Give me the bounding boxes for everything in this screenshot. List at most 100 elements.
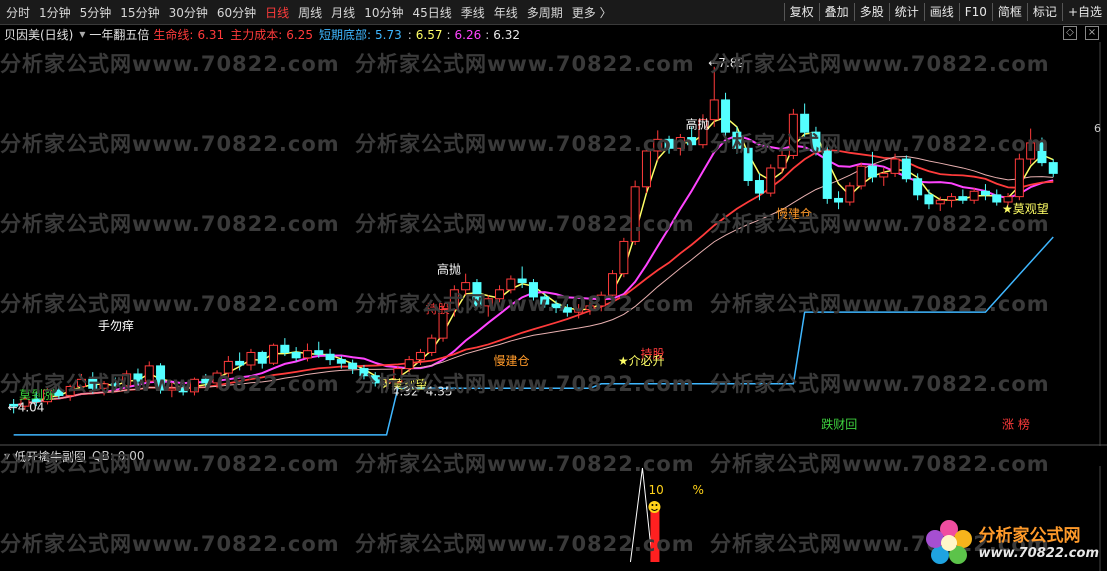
tool-button-0[interactable]: 复权	[783, 3, 819, 21]
signal-unit: %	[692, 483, 703, 497]
chart-annotation: 慢建仓	[494, 354, 530, 368]
legend-sep: :	[446, 27, 451, 42]
legend-value-0: 6.31	[197, 27, 225, 42]
candle-body	[427, 337, 437, 353]
candle-body	[845, 185, 855, 203]
period-tab-8[interactable]: 月线	[331, 4, 355, 21]
candle-body	[257, 351, 267, 364]
close-icon[interactable]: ×	[1085, 26, 1099, 40]
watermark-text: 分析家公式网www.70822.com	[355, 452, 695, 476]
support-step-line	[13, 236, 1054, 436]
tool-button-8[interactable]: +自选	[1061, 3, 1107, 21]
period-tab-3[interactable]: 15分钟	[120, 4, 159, 21]
tool-button-7[interactable]: 标记	[1026, 3, 1062, 21]
watermark-text: 分析家公式网www.70822.com	[710, 52, 1050, 76]
logo-url: www.70822.com	[978, 546, 1100, 561]
candle-body	[269, 344, 279, 364]
candle-body	[834, 197, 844, 203]
tool-button-3[interactable]: 统计	[888, 3, 924, 21]
candle-body	[246, 351, 256, 366]
candle-body	[325, 353, 335, 361]
candle-body	[1048, 162, 1058, 174]
period-tab-14[interactable]: 更多 〉	[572, 4, 612, 21]
candle-body	[314, 350, 324, 355]
legend-sep: :	[407, 27, 412, 42]
candle-body	[856, 165, 866, 187]
right-axis-tick: 6	[1094, 122, 1101, 135]
period-tabs: 分时 1分钟 5分钟 15分钟 30分钟 60分钟 日线 周线 月线 10分钟 45日线 季线 年线 多周…	[6, 0, 621, 24]
chart-annotation: 跌财回	[821, 417, 857, 432]
tool-button-6[interactable]: 简框	[991, 3, 1027, 21]
period-tab-10[interactable]: 45日线	[412, 4, 451, 21]
candle-body	[890, 158, 900, 174]
chart-annotation: ←4.04	[8, 401, 45, 415]
legend-extra-2: 6.32	[493, 27, 521, 42]
candle-body	[302, 350, 312, 359]
expand-icon[interactable]: ◇	[1063, 26, 1077, 40]
watermark-text: 分析家公式网www.70822.com	[710, 132, 1050, 156]
legend-value-2: 5.73	[375, 27, 402, 42]
chart-window: 分时 1分钟 5分钟 15分钟 30分钟 60分钟 日线 周线 月线 10分钟 45日线 季线 年线 多周…	[0, 0, 1107, 571]
period-tab-1[interactable]: 1分钟	[39, 4, 71, 21]
candle-body	[901, 158, 911, 180]
candle-body	[709, 99, 719, 121]
chart-annotation: ★介必升	[618, 354, 665, 368]
period-tab-5[interactable]: 60分钟	[217, 4, 256, 21]
legend-extra-0: 6.57	[415, 27, 443, 42]
candle-body	[992, 194, 1002, 203]
watermark-text: 分析家公式网www.70822.com	[0, 372, 340, 396]
watermark-text: 分析家公式网www.70822.com	[0, 212, 340, 236]
candle-body	[517, 278, 527, 284]
candle-body	[1014, 158, 1024, 198]
period-tab-9[interactable]: 10分钟	[364, 4, 403, 21]
legend-label-0: 生命线:	[153, 27, 194, 42]
candle-body	[415, 351, 425, 361]
period-tab-4[interactable]: 30分钟	[169, 4, 208, 21]
chart-annotation: 高抛	[437, 262, 461, 277]
legend-value-1: 6.25	[286, 27, 313, 42]
legend-sep: :	[485, 27, 490, 42]
candle-body	[980, 190, 990, 196]
chart-annotation: 手勿痒	[98, 318, 134, 333]
flower-logo-icon	[925, 520, 972, 564]
tool-button-1[interactable]: 叠加	[818, 3, 854, 21]
smiley-eye	[651, 504, 654, 506]
candle-body	[935, 199, 945, 205]
period-tab-6[interactable]: 日线	[265, 4, 289, 21]
legend-values: 生命线: 6.31 主力成本: 6.25 短期底部: 5.73:6.57:6.26:6.3…	[153, 26, 524, 43]
watermark-text: 分析家公式网www.70822.com	[355, 532, 695, 556]
tool-button-5[interactable]: F10	[958, 3, 992, 21]
logo-name: 分析家公式网	[978, 526, 1081, 546]
watermark-text: 分析家公式网www.70822.com	[0, 452, 340, 476]
watermark-text: 分析家公式网www.70822.com	[710, 212, 1050, 236]
period-tab-0[interactable]: 分时	[6, 4, 30, 21]
candle-body	[291, 351, 301, 359]
stock-title[interactable]: 贝因美(日线)	[4, 26, 73, 43]
watermark-text: 分析家公式网www.70822.com	[0, 52, 340, 76]
candle-body	[879, 172, 889, 178]
tool-button-4[interactable]: 画线	[923, 3, 959, 21]
period-tab-2[interactable]: 5分钟	[80, 4, 112, 21]
chart-annotation: 涨 榜	[1002, 417, 1030, 432]
watermark-text: 分析家公式网www.70822.com	[355, 52, 695, 76]
tool-buttons: 复权 叠加 多股 统计 画线 F10 简框 标记 +自选	[783, 0, 1107, 24]
tool-button-2[interactable]: 多股	[853, 3, 889, 21]
period-tab-7[interactable]: 周线	[298, 4, 322, 21]
candle-body	[867, 165, 877, 178]
candle-body	[958, 196, 968, 201]
period-tab-12[interactable]: 年线	[494, 4, 518, 21]
indicator-name[interactable]: 一年翻五倍	[89, 26, 149, 43]
dropdown-arrow-icon[interactable]: ▾	[79, 27, 85, 41]
site-logo: 分析家公式网 www.70822.com	[923, 517, 1100, 565]
period-tab-11[interactable]: 季线	[461, 4, 485, 21]
watermark-text: 分析家公式网www.70822.com	[710, 372, 1050, 396]
indicator-legend: 贝因美(日线) ▾ 一年翻五倍 生命线: 6.31 主力成本: 6.25 短期底部: 5.…	[4, 26, 528, 42]
candle-body	[822, 150, 832, 199]
candle-body	[235, 360, 245, 366]
watermark-text: 分析家公式网www.70822.com	[0, 132, 340, 156]
period-tab-13[interactable]: 多周期	[527, 4, 563, 21]
legend-label-2: 短期底部:	[318, 27, 371, 42]
candle-body	[766, 167, 776, 194]
legend-label-1: 主力成本:	[230, 27, 283, 42]
candle-body	[924, 194, 934, 205]
